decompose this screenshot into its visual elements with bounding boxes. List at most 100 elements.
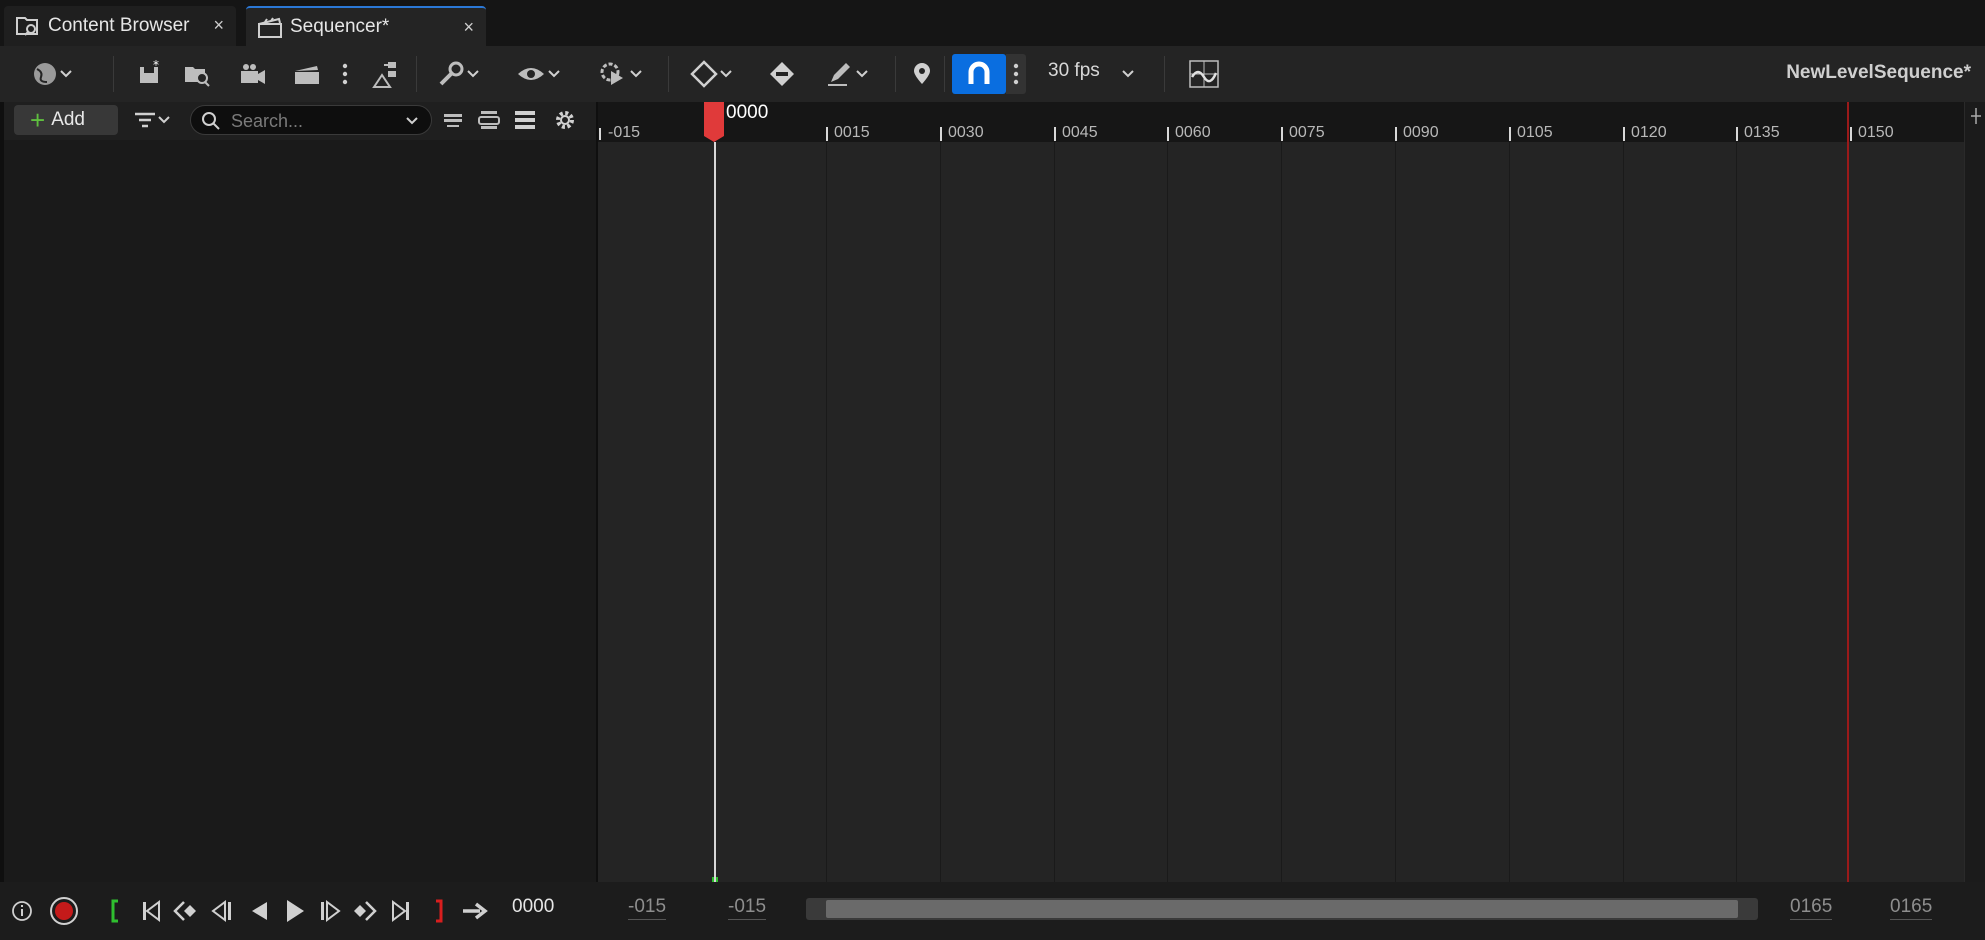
filter-icon [135, 112, 155, 128]
key-diamond-icon [690, 60, 718, 88]
search-icon [202, 112, 220, 130]
close-icon[interactable]: × [463, 17, 474, 38]
ruler-tick [599, 128, 601, 140]
close-icon[interactable]: × [213, 15, 224, 36]
tab-content-browser-label: Content Browser [48, 15, 190, 36]
details-side-strip[interactable] [1964, 102, 1985, 882]
expand-tracks-button[interactable] [474, 105, 504, 135]
grid-line [826, 142, 827, 882]
ruler-tick [1054, 127, 1056, 141]
search-input[interactable] [229, 109, 393, 133]
curve-editor-button[interactable] [1186, 54, 1222, 94]
info-icon [12, 901, 32, 921]
camera-icon [241, 64, 265, 84]
snap-options-button[interactable] [1006, 54, 1026, 94]
playback-options-button[interactable] [590, 54, 650, 94]
add-track-label: Add [51, 109, 85, 130]
skip-to-start-icon [143, 900, 160, 922]
collapse-icon [444, 114, 462, 127]
curve-editor-icon [1189, 60, 1219, 88]
set-end-button[interactable] [428, 895, 450, 927]
ruler-tick [1623, 127, 1625, 141]
next-key-button[interactable] [350, 895, 380, 927]
tools-button[interactable] [430, 54, 486, 94]
more-options-button[interactable] [336, 54, 354, 94]
save-sequence-button[interactable]: * [132, 54, 166, 94]
wrench-icon [439, 61, 464, 86]
play-reverse-button[interactable] [244, 895, 274, 927]
render-movie-button[interactable] [290, 54, 324, 94]
toolbar-separator [1164, 56, 1165, 92]
clapperboard-icon [256, 13, 284, 41]
collapse-tracks-button[interactable] [438, 105, 468, 135]
working-start-field[interactable]: -015 [728, 896, 767, 920]
fps-label[interactable]: 30 fps [1048, 60, 1100, 82]
sequencer-toolbar: * 30 fps NewLevelSequence* [0, 46, 1985, 102]
snap-toggle-button[interactable] [952, 54, 1006, 94]
toolbar-separator [113, 56, 114, 92]
ruler-tick [1509, 127, 1511, 141]
plus-icon: + [30, 105, 46, 135]
auto-key-button[interactable] [764, 54, 800, 94]
chevron-down-icon [630, 70, 642, 78]
loop-mode-button[interactable] [458, 895, 490, 927]
step-forward-button[interactable] [316, 895, 346, 927]
working-end-field[interactable]: 0165 [1790, 896, 1833, 920]
step-back-button[interactable] [206, 895, 236, 927]
play-button[interactable] [280, 895, 310, 927]
filter-button[interactable] [126, 105, 178, 135]
chevron-down-icon [1122, 70, 1134, 78]
timeline-scrollbar[interactable] [806, 898, 1758, 920]
tab-bar: Content Browser × Sequencer* × [0, 0, 1985, 46]
grid-line [1054, 142, 1055, 882]
playhead-line [714, 142, 716, 882]
chevron-down-icon [60, 70, 72, 78]
ruler-tick [1736, 127, 1738, 141]
scrollbar-thumb[interactable] [826, 900, 1738, 918]
outliner-settings-button[interactable] [550, 105, 580, 135]
playhead-frame-label: 0000 [726, 102, 769, 123]
record-icon [50, 897, 78, 925]
ruler-tick-label: 0015 [834, 124, 870, 141]
create-camera-button[interactable] [236, 54, 270, 94]
director-blueprint-button[interactable] [368, 54, 404, 94]
world-button[interactable] [22, 54, 82, 94]
current-frame-field[interactable]: 0000 [512, 896, 554, 918]
add-track-button[interactable]: + Add [14, 105, 118, 135]
chevron-down-icon [467, 70, 479, 78]
ruler-tick-label: 0135 [1744, 124, 1780, 141]
list-view-button[interactable] [510, 105, 540, 135]
record-button[interactable] [48, 895, 80, 927]
grid-line [1623, 142, 1624, 882]
key-icon [770, 62, 794, 86]
previous-key-button[interactable] [170, 895, 200, 927]
toolbar-separator [895, 56, 896, 92]
chevron-down-icon[interactable] [405, 116, 419, 126]
timeline-area[interactable]: -015 0015 0030 0045 0060 0075 0090 0105 … [598, 102, 1964, 884]
view-end-field[interactable]: 0165 [1890, 896, 1933, 920]
end-range-marker[interactable] [1847, 102, 1849, 884]
bracket-end-icon [436, 899, 443, 923]
view-options-button[interactable] [510, 54, 566, 94]
toolbar-separator [944, 56, 945, 92]
edit-mode-button[interactable] [818, 54, 876, 94]
playhead-handle[interactable] [704, 102, 724, 142]
info-button[interactable] [8, 895, 36, 927]
step-back-icon [211, 900, 231, 922]
time-ruler[interactable]: -015 0015 0030 0045 0060 0075 0090 0105 … [598, 102, 1964, 142]
grid-line [1167, 142, 1168, 882]
magnet-icon [968, 61, 990, 84]
jump-to-end-button[interactable] [386, 895, 416, 927]
tab-content-browser[interactable]: Content Browser × [4, 6, 236, 46]
set-start-button[interactable] [104, 895, 126, 927]
jump-to-start-button[interactable] [136, 895, 166, 927]
find-in-content-browser-button[interactable] [180, 54, 214, 94]
marker-button[interactable] [908, 54, 936, 94]
next-key-icon [354, 901, 377, 921]
expand-icon [478, 111, 500, 129]
fps-dropdown-button[interactable] [1118, 54, 1138, 94]
key-interpolation-button[interactable] [682, 54, 740, 94]
tab-sequencer[interactable]: Sequencer* × [246, 6, 486, 46]
skip-to-end-icon [392, 900, 409, 922]
view-start-field[interactable]: -015 [628, 896, 667, 920]
